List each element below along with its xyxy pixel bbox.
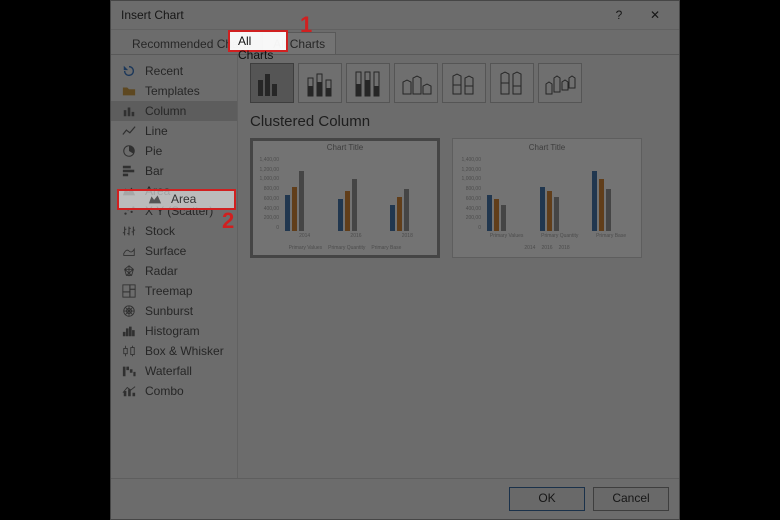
type-label: Histogram xyxy=(145,324,200,338)
chart-preview-1[interactable]: Chart Title 1,400,001,200,001,000,00800,… xyxy=(250,138,440,258)
x-axis: Primary ValuesPrimary QuantityPrimary Ba… xyxy=(481,233,635,243)
subtype-3d-column[interactable] xyxy=(538,63,582,103)
recent-icon xyxy=(121,63,137,79)
chart-previews: Chart Title 1,400,001,200,001,000,00800,… xyxy=(250,138,667,258)
surface-icon xyxy=(121,243,137,259)
type-stock[interactable]: Stock xyxy=(111,221,237,241)
type-label: Treemap xyxy=(145,284,193,298)
type-label: Combo xyxy=(145,384,184,398)
dialog-title: Insert Chart xyxy=(121,1,601,29)
type-recent[interactable]: Recent xyxy=(111,61,237,81)
type-histogram[interactable]: Histogram xyxy=(111,321,237,341)
cancel-button[interactable]: Cancel xyxy=(593,487,669,511)
tabstrip: Recommended Charts All Charts xyxy=(111,30,679,55)
annotation-highlight-area: Area xyxy=(117,189,236,210)
radar-icon xyxy=(121,263,137,279)
ok-button[interactable]: OK xyxy=(509,487,585,511)
type-combo[interactable]: Combo xyxy=(111,381,237,401)
y-axis: 1,400,001,200,001,000,00800,00600,00400,… xyxy=(253,157,279,231)
type-label: Waterfall xyxy=(145,364,192,378)
legend: Primary ValuesPrimary QuantityPrimary Ba… xyxy=(251,245,439,255)
chart-preview-2[interactable]: Chart Title 1,400,001,200,001,000,00800,… xyxy=(452,138,642,258)
plot-area xyxy=(279,157,433,231)
type-pie[interactable]: Pie xyxy=(111,141,237,161)
subtype-row xyxy=(250,63,667,103)
subtype-clustered-column[interactable] xyxy=(250,63,294,103)
type-templates[interactable]: Templates xyxy=(111,81,237,101)
stock-icon xyxy=(121,223,137,239)
subtype-3d-stacked-column[interactable] xyxy=(442,63,486,103)
annotation-callout-1: 1 xyxy=(300,12,312,38)
box-whisker-icon xyxy=(121,343,137,359)
legend: 201420162018 xyxy=(453,245,641,255)
type-label: Sunburst xyxy=(145,304,193,318)
type-label: Column xyxy=(145,104,186,118)
preview-title: Chart Title xyxy=(453,143,641,152)
bar-icon xyxy=(121,163,137,179)
area-icon xyxy=(147,191,163,207)
pie-icon xyxy=(121,143,137,159)
titlebar: Insert Chart ? ✕ xyxy=(111,1,679,30)
dialog-footer: OK Cancel xyxy=(111,478,679,519)
histogram-icon xyxy=(121,323,137,339)
y-axis: 1,400,001,200,001,000,00800,00600,00400,… xyxy=(455,157,481,231)
subtype-heading: Clustered Column xyxy=(250,113,667,130)
combo-icon xyxy=(121,383,137,399)
type-label: Recent xyxy=(145,64,183,78)
type-bar[interactable]: Bar xyxy=(111,161,237,181)
subtype-3d-clustered-column[interactable] xyxy=(394,63,438,103)
subtype-100-stacked-column[interactable] xyxy=(346,63,390,103)
plot-area xyxy=(481,157,635,231)
type-line[interactable]: Line xyxy=(111,121,237,141)
help-button[interactable]: ? xyxy=(601,1,637,29)
type-label: Box & Whisker xyxy=(145,344,224,358)
line-icon xyxy=(121,123,137,139)
type-surface[interactable]: Surface xyxy=(111,241,237,261)
annotation-callout-2: 2 xyxy=(222,208,234,234)
x-axis: 201420162018 xyxy=(279,233,433,243)
subtype-3d-100-stacked-column[interactable] xyxy=(490,63,534,103)
type-column[interactable]: Column xyxy=(111,101,237,121)
type-radar[interactable]: Radar xyxy=(111,261,237,281)
chart-type-list: Recent Templates Column Line Pie xyxy=(111,55,238,479)
annotation-highlight-all-charts: All Charts xyxy=(228,30,288,52)
templates-icon xyxy=(121,83,137,99)
type-label: Stock xyxy=(145,224,175,238)
treemap-icon xyxy=(121,283,137,299)
waterfall-icon xyxy=(121,363,137,379)
type-label: Bar xyxy=(145,164,164,178)
type-box-whisker[interactable]: Box & Whisker xyxy=(111,341,237,361)
type-label: Surface xyxy=(145,244,186,258)
subtype-stacked-column[interactable] xyxy=(298,63,342,103)
sunburst-icon xyxy=(121,303,137,319)
preview-title: Chart Title xyxy=(251,143,439,152)
type-waterfall[interactable]: Waterfall xyxy=(111,361,237,381)
type-label: Templates xyxy=(145,84,200,98)
chart-details-pane: Clustered Column Chart Title 1,400,001,2… xyxy=(238,55,679,479)
type-label: Pie xyxy=(145,144,162,158)
type-label: Radar xyxy=(145,264,178,278)
column-icon xyxy=(121,103,137,119)
close-button[interactable]: ✕ xyxy=(637,1,673,29)
type-label: Line xyxy=(145,124,168,138)
type-sunburst[interactable]: Sunburst xyxy=(111,301,237,321)
type-treemap[interactable]: Treemap xyxy=(111,281,237,301)
insert-chart-dialog: Insert Chart ? ✕ Recommended Charts All … xyxy=(110,0,680,520)
